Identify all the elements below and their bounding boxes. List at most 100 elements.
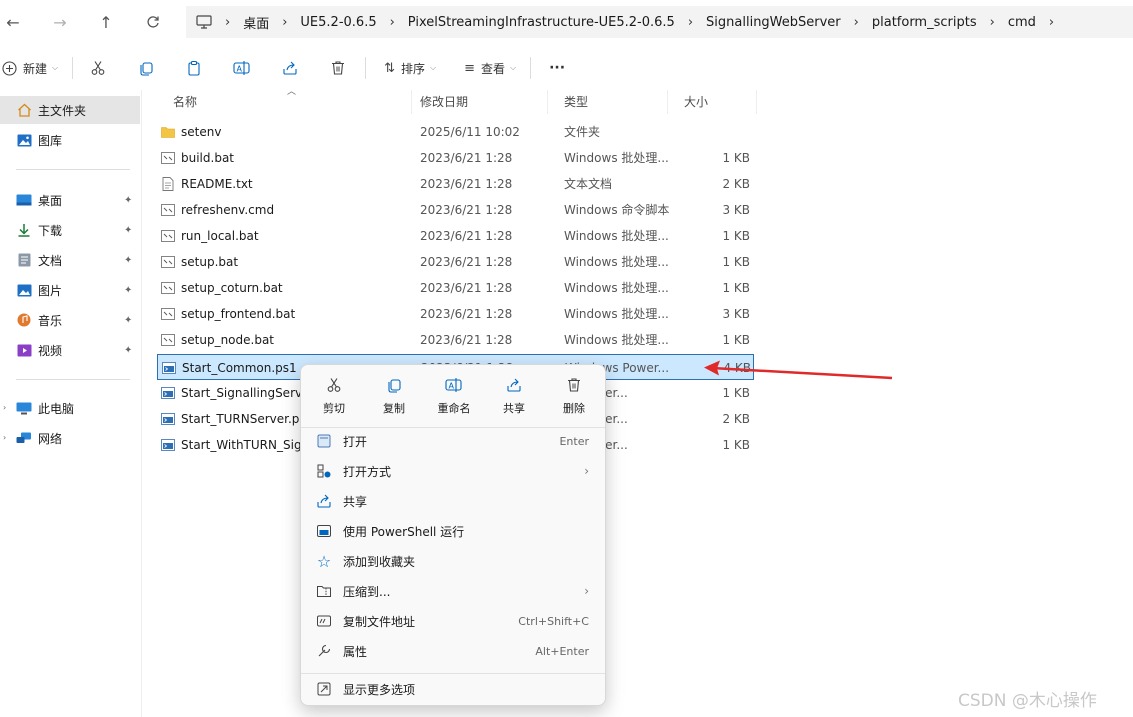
breadcrumb-signalling[interactable]: SignallingWebServer: [706, 15, 841, 30]
file-row-readme[interactable]: README.txt 2023/6/21 1:28 文本文档 2 KB: [157, 171, 754, 197]
batch-file-icon: [161, 282, 175, 294]
up-button[interactable]: ↑: [86, 6, 126, 38]
menu-item-open-with[interactable]: 打开方式 ›: [305, 456, 603, 486]
file-row-setup[interactable]: setup.bat 2023/6/21 1:28 Windows 批处理... …: [157, 249, 754, 275]
chevron-right-icon: ›: [989, 14, 995, 30]
context-copy-button[interactable]: 复制: [364, 373, 424, 425]
pin-icon[interactable]: ✦: [124, 315, 132, 326]
file-size: 1 KB: [722, 151, 750, 165]
file-row-refreshenv[interactable]: refreshenv.cmd 2023/6/21 1:28 Windows 命令…: [157, 197, 754, 223]
delete-button[interactable]: [323, 53, 353, 83]
file-row-build-bat[interactable]: build.bat 2023/6/21 1:28 Windows 批处理... …: [157, 145, 754, 171]
pin-icon[interactable]: ✦: [124, 225, 132, 236]
properties-icon: [315, 642, 333, 660]
chevron-right-icon: ›: [853, 14, 859, 30]
file-name: setup_frontend.bat: [181, 307, 296, 321]
file-row-setup-frontend[interactable]: setup_frontend.bat 2023/6/21 1:28 Window…: [157, 301, 754, 327]
open-with-icon: [315, 462, 333, 480]
new-button[interactable]: 新建 ⌵: [0, 53, 66, 83]
context-cut-button[interactable]: 剪切: [304, 373, 364, 425]
menu-item-label: 打开方式: [343, 464, 392, 479]
new-label: 新建: [23, 61, 48, 76]
sidebar-item-desktop[interactable]: 桌面 ✦: [0, 186, 140, 214]
file-date: 2023/6/21 1:28: [420, 151, 513, 165]
file-row-setenv[interactable]: setenv 2025/6/11 10:02 文件夹: [157, 119, 754, 145]
copy-button[interactable]: [131, 53, 161, 83]
share-button[interactable]: [275, 53, 305, 83]
paste-button[interactable]: [179, 53, 209, 83]
view-button[interactable]: ≡ 查看 ⌵: [456, 53, 524, 83]
sidebar-item-label: 此电脑: [38, 401, 75, 416]
file-size: 3 KB: [722, 203, 750, 217]
breadcrumb-cmd[interactable]: cmd: [1008, 15, 1036, 30]
menu-item-shortcut: Ctrl+Shift+C: [518, 614, 589, 628]
menu-item-shortcut: Alt+Enter: [535, 644, 589, 658]
sidebar-item-documents[interactable]: 文档 ✦: [0, 246, 140, 274]
menu-item-open[interactable]: 打开 Enter: [305, 426, 603, 456]
context-rename-button[interactable]: A 重命名: [424, 373, 484, 425]
menu-item-label: 添加到收藏夹: [343, 554, 416, 569]
pin-icon[interactable]: ✦: [124, 345, 132, 356]
context-delete-button[interactable]: 删除: [544, 373, 604, 425]
sort-icon: ⇅: [384, 60, 395, 76]
back-button[interactable]: ←: [0, 6, 26, 38]
document-icon: [16, 253, 32, 267]
sidebar-item-music[interactable]: 音乐 ✦: [0, 306, 140, 334]
sidebar-item-downloads[interactable]: 下载 ✦: [0, 216, 140, 244]
sidebar-item-home[interactable]: 主文件夹: [0, 96, 140, 124]
refresh-button[interactable]: [133, 6, 173, 38]
sidebar-item-this-pc[interactable]: 此电脑: [0, 394, 140, 422]
column-header-date[interactable]: 修改日期: [404, 90, 548, 114]
menu-item-properties[interactable]: 属性 Alt+Enter: [305, 636, 603, 666]
menu-item-run-powershell[interactable]: 使用 PowerShell 运行: [305, 516, 603, 546]
sidebar-item-gallery[interactable]: 图库: [0, 126, 140, 154]
arrow-right-icon: →: [53, 12, 67, 32]
context-menu-quick-actions: 剪切 复制 A 重命名 共享 删除: [301, 373, 607, 425]
sidebar-item-videos[interactable]: 视频 ✦: [0, 336, 140, 364]
context-share-button[interactable]: 共享: [484, 373, 544, 425]
pin-icon[interactable]: ✦: [124, 285, 132, 296]
address-bar[interactable]: › 桌面 › UE5.2-0.6.5 › PixelStreamingInfra…: [186, 6, 1133, 38]
desktop-icon: [16, 193, 32, 207]
pin-icon[interactable]: ✦: [124, 195, 132, 206]
column-header-name[interactable]: 名称: [157, 90, 412, 114]
menu-item-compress[interactable]: 压缩到... ›: [305, 576, 603, 606]
file-date: 2023/6/21 1:28: [420, 307, 513, 321]
file-type: 文件夹: [564, 125, 601, 139]
sort-button[interactable]: ⇅ 排序 ⌵: [376, 53, 444, 83]
column-header-type[interactable]: 类型: [548, 90, 668, 114]
menu-item-label: 使用 PowerShell 运行: [343, 524, 465, 539]
breadcrumb-platform-scripts[interactable]: platform_scripts: [872, 15, 977, 30]
forward-button[interactable]: →: [40, 6, 80, 38]
menu-item-label: 复制文件地址: [343, 614, 416, 629]
menu-item-copy-path[interactable]: 复制文件地址 Ctrl+Shift+C: [305, 606, 603, 636]
file-row-setup-coturn[interactable]: setup_coturn.bat 2023/6/21 1:28 Windows …: [157, 275, 754, 301]
menu-item-share[interactable]: 共享: [305, 486, 603, 516]
file-date: 2023/6/21 1:28: [420, 281, 513, 295]
file-row-setup-node[interactable]: setup_node.bat 2023/6/21 1:28 Windows 批处…: [157, 327, 754, 353]
breadcrumb-ue[interactable]: UE5.2-0.6.5: [300, 15, 376, 30]
context-share-label: 共享: [503, 402, 525, 415]
breadcrumb-desktop[interactable]: 桌面: [243, 13, 269, 32]
breadcrumb-pixelstreaming[interactable]: PixelStreamingInfrastructure-UE5.2-0.6.5: [408, 15, 675, 30]
menu-item-label: 显示更多选项: [343, 682, 416, 697]
file-name: refreshenv.cmd: [181, 203, 275, 217]
pin-icon[interactable]: ✦: [124, 255, 132, 266]
menu-item-shortcut: Enter: [559, 434, 589, 448]
rename-button[interactable]: A: [227, 53, 257, 83]
copy-icon: [388, 379, 401, 393]
toolbar-divider: [365, 57, 367, 79]
sidebar-item-pictures[interactable]: 图片 ✦: [0, 276, 140, 304]
cut-button[interactable]: [83, 53, 113, 83]
powershell-file-icon: [161, 413, 175, 425]
file-type: Windows 批处理...: [564, 333, 669, 347]
sidebar-item-network[interactable]: 网络: [0, 424, 140, 452]
menu-item-show-more-options[interactable]: 显示更多选项: [305, 674, 603, 704]
file-row-run-local[interactable]: run_local.bat 2023/6/21 1:28 Windows 批处理…: [157, 223, 754, 249]
menu-item-label: 属性: [343, 644, 368, 659]
menu-item-add-favorites[interactable]: ☆ 添加到收藏夹: [305, 546, 603, 576]
batch-file-icon: [161, 204, 175, 216]
music-icon: [16, 313, 32, 327]
more-options-button[interactable]: ···: [541, 53, 573, 83]
column-header-size[interactable]: 大小: [668, 90, 757, 114]
